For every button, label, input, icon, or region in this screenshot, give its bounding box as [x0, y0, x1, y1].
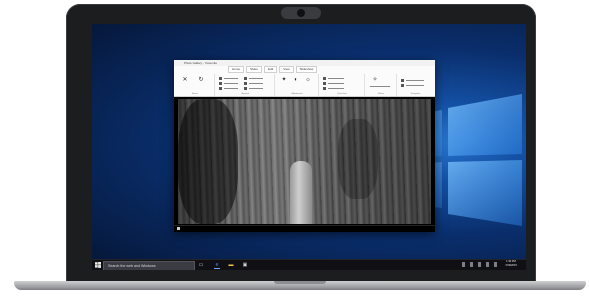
ribbon-group-adjustments: ✦ ◐ ☼ Adjustments [276, 74, 319, 96]
crop-icon[interactable]: ✕ [182, 77, 188, 83]
status-bar [174, 225, 435, 232]
tab-edit[interactable]: Edit [264, 66, 278, 73]
organize-icon-5[interactable] [244, 82, 247, 85]
clock-date: 7/29/2015 [505, 264, 517, 267]
taskbar: Search the web and Windows ▭ e ▬ ▣ 1:30 … [92, 259, 526, 270]
fix-icon-2[interactable] [323, 82, 326, 85]
store-icon[interactable]: ▣ [242, 262, 248, 268]
tray-icon-2[interactable] [470, 262, 473, 267]
organize-item-1[interactable] [224, 78, 238, 79]
tray-icon-1[interactable] [462, 262, 465, 267]
ribbon: Home Share Edit View Slideshow ✕ ↻ Basic… [174, 66, 435, 97]
fix-item-3[interactable] [328, 88, 344, 89]
windows-logo-icon[interactable] [95, 262, 101, 268]
ribbon-group-quick-fixes: Quick fixes [320, 74, 365, 96]
ribbon-group-basics: ✕ ↻ Basics [176, 74, 215, 96]
fix-icon-3[interactable] [323, 87, 326, 90]
organize-item-4[interactable] [249, 78, 263, 79]
organize-icon-1[interactable] [219, 77, 222, 80]
taskbar-search-box[interactable]: Search the web and Windows [103, 261, 195, 270]
image-viewer[interactable] [174, 97, 435, 226]
laptop-hinge-notch [274, 281, 326, 284]
organize-icon-6[interactable] [244, 87, 247, 90]
group-label-effects: Effects [377, 93, 385, 95]
tray-icon-3[interactable] [478, 262, 481, 267]
taskbar-clock[interactable]: 1:30 PM 7/29/2015 [500, 260, 522, 270]
photo-shadow-left [178, 99, 238, 224]
webcam-lens [297, 9, 305, 17]
zoom-icon[interactable] [177, 227, 180, 230]
ribbon-group-effects: ✧ Effects [366, 74, 397, 96]
auto-adjust-icon[interactable]: ✦ [281, 77, 287, 83]
effects-item[interactable] [370, 86, 390, 87]
ribbon-groups: ✕ ↻ Basics Organize ✦ ◐ ☼ Adjustments Qu… [174, 74, 435, 96]
photo-granite-cliff [178, 99, 431, 224]
group-label-navigation: Navigation [410, 93, 421, 95]
nav-icon-2[interactable] [401, 84, 404, 87]
edge-browser-icon[interactable]: e [214, 262, 220, 269]
task-view-icon[interactable]: ▭ [198, 262, 204, 268]
photo-shadow-right [338, 119, 378, 199]
ribbon-tabs: Home Share Edit View Slideshow [228, 66, 431, 73]
group-label-adjustments: Adjustments [291, 93, 303, 95]
organize-icon-4[interactable] [244, 77, 247, 80]
organize-item-2[interactable] [224, 83, 238, 84]
fix-icon-1[interactable] [323, 77, 326, 80]
search-placeholder: Search the web and Windows [108, 264, 156, 268]
photo-rock-pillar [290, 161, 312, 224]
desktop-screen: Photo Gallery - Yosemite Home Share Edit… [92, 24, 526, 270]
laptop-base [14, 281, 586, 290]
organize-item-6[interactable] [249, 88, 263, 89]
group-label-quick-fixes: Quick fixes [337, 93, 347, 95]
network-icon[interactable] [486, 262, 489, 267]
effects-icon[interactable]: ✧ [372, 77, 378, 83]
fix-item-1[interactable] [328, 78, 344, 79]
folder-icon[interactable]: ▬ [228, 262, 234, 268]
nav-icon-1[interactable] [401, 79, 404, 82]
nav-item-2[interactable] [406, 85, 424, 86]
tab-slideshow[interactable]: Slideshow [295, 66, 318, 73]
rotate-icon[interactable]: ↻ [198, 77, 204, 83]
system-tray: 1:30 PM 7/29/2015 [432, 260, 522, 270]
organize-item-5[interactable] [249, 83, 263, 84]
exposure-icon[interactable]: ☼ [305, 77, 311, 83]
group-label-basics: Basics [192, 93, 198, 95]
fix-item-2[interactable] [328, 83, 344, 84]
nav-item-1[interactable] [406, 80, 424, 81]
tab-home[interactable]: Home [228, 66, 245, 73]
webcam [281, 7, 321, 19]
organize-icon-3[interactable] [219, 87, 222, 90]
window-controls [421, 61, 433, 74]
photo-gallery-window[interactable]: Photo Gallery - Yosemite Home Share Edit… [174, 60, 435, 232]
ribbon-group-organize: Organize [216, 74, 275, 96]
group-label-organize: Organize [240, 93, 250, 95]
tab-view[interactable]: View [279, 66, 294, 73]
ribbon-group-navigation: Navigation [398, 74, 433, 96]
organize-item-3[interactable] [224, 88, 238, 89]
tab-share[interactable]: Share [246, 66, 263, 73]
color-icon[interactable]: ◐ [293, 77, 299, 83]
volume-icon[interactable] [494, 262, 497, 267]
organize-icon-2[interactable] [219, 82, 222, 85]
